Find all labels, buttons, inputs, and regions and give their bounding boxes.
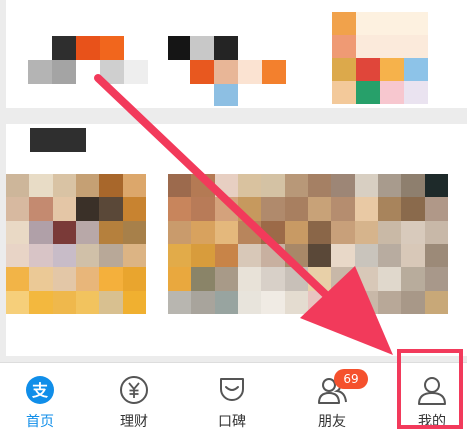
svg-text:支: 支 bbox=[31, 381, 49, 400]
blurred-section-title bbox=[30, 128, 86, 152]
middle-content-panel bbox=[6, 124, 467, 356]
koubei-cup-icon bbox=[220, 378, 244, 401]
annotation-highlight-box bbox=[397, 349, 463, 429]
alipay-logo-icon: 支 bbox=[26, 376, 54, 404]
tab-home[interactable]: 支 首页 bbox=[0, 363, 80, 433]
blurred-image-right[interactable] bbox=[168, 174, 448, 314]
tab-friends-label: 朋友 bbox=[318, 414, 346, 430]
tab-friends[interactable]: 69 朋友 bbox=[292, 363, 372, 433]
tab-koubei-label: 口碑 bbox=[218, 414, 246, 430]
tab-koubei[interactable]: 口碑 bbox=[192, 363, 272, 433]
friends-badge: 69 bbox=[334, 369, 368, 389]
tab-wealth-label: 理财 bbox=[120, 414, 148, 430]
blurred-app-icon-1[interactable] bbox=[28, 36, 148, 84]
blurred-app-icon-3[interactable] bbox=[332, 12, 428, 104]
top-content-panel bbox=[6, 0, 467, 108]
tab-wealth[interactable]: 理财 bbox=[94, 363, 174, 433]
blurred-image-left[interactable] bbox=[6, 174, 146, 314]
yuan-coin-icon bbox=[120, 376, 148, 404]
tab-home-label: 首页 bbox=[26, 414, 54, 430]
blurred-app-icon-2[interactable] bbox=[168, 36, 288, 106]
